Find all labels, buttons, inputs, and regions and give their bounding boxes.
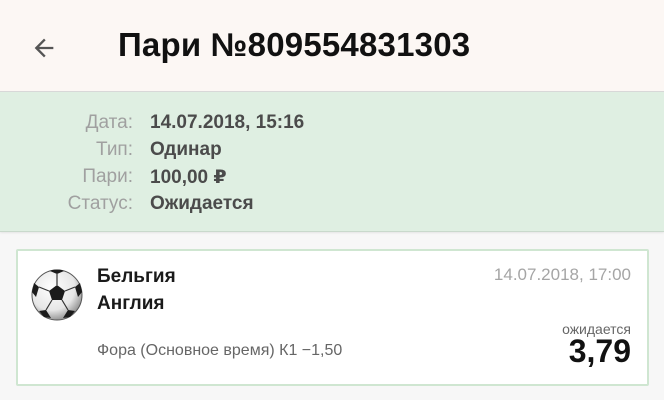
info-value-stake: 100,00 ₽ <box>150 167 227 188</box>
info-label-stake: Пари: <box>82 166 133 187</box>
back-button[interactable] <box>24 28 64 68</box>
app-bar: Пари №809554831303 <box>0 0 664 92</box>
info-value-status: Ожидается <box>150 193 254 214</box>
info-label-date: Дата: <box>85 112 133 133</box>
event-date: 14.07.2018, 17:00 <box>493 265 631 284</box>
info-row-type: Тип: Одинар <box>0 139 664 165</box>
page-title: Пари №809554831303 <box>118 26 471 63</box>
info-row-stake: Пари: 100,00 ₽ <box>0 166 664 192</box>
odd-value: 3,79 <box>568 333 631 369</box>
info-label-status: Статус: <box>67 193 133 214</box>
team-away: Англия <box>97 293 165 314</box>
market-label: Фора (Основное время) К1 −1,50 <box>97 342 343 359</box>
info-label-type: Тип: <box>96 139 133 160</box>
team-home: Бельгия <box>97 266 176 287</box>
info-value-type: Одинар <box>150 139 222 160</box>
arrow-left-icon <box>34 38 54 58</box>
info-row-date: Дата: 14.07.2018, 15:16 <box>0 112 664 138</box>
info-row-status: Статус: Ожидается <box>0 193 664 219</box>
bet-info-panel: Дата: 14.07.2018, 15:16 Тип: Одинар Пари… <box>0 92 664 232</box>
info-value-date: 14.07.2018, 15:16 <box>150 112 305 133</box>
soccer-ball-icon <box>31 269 83 321</box>
event-card[interactable]: Бельгия Англия 14.07.2018, 17:00 Фора (О… <box>16 249 649 386</box>
